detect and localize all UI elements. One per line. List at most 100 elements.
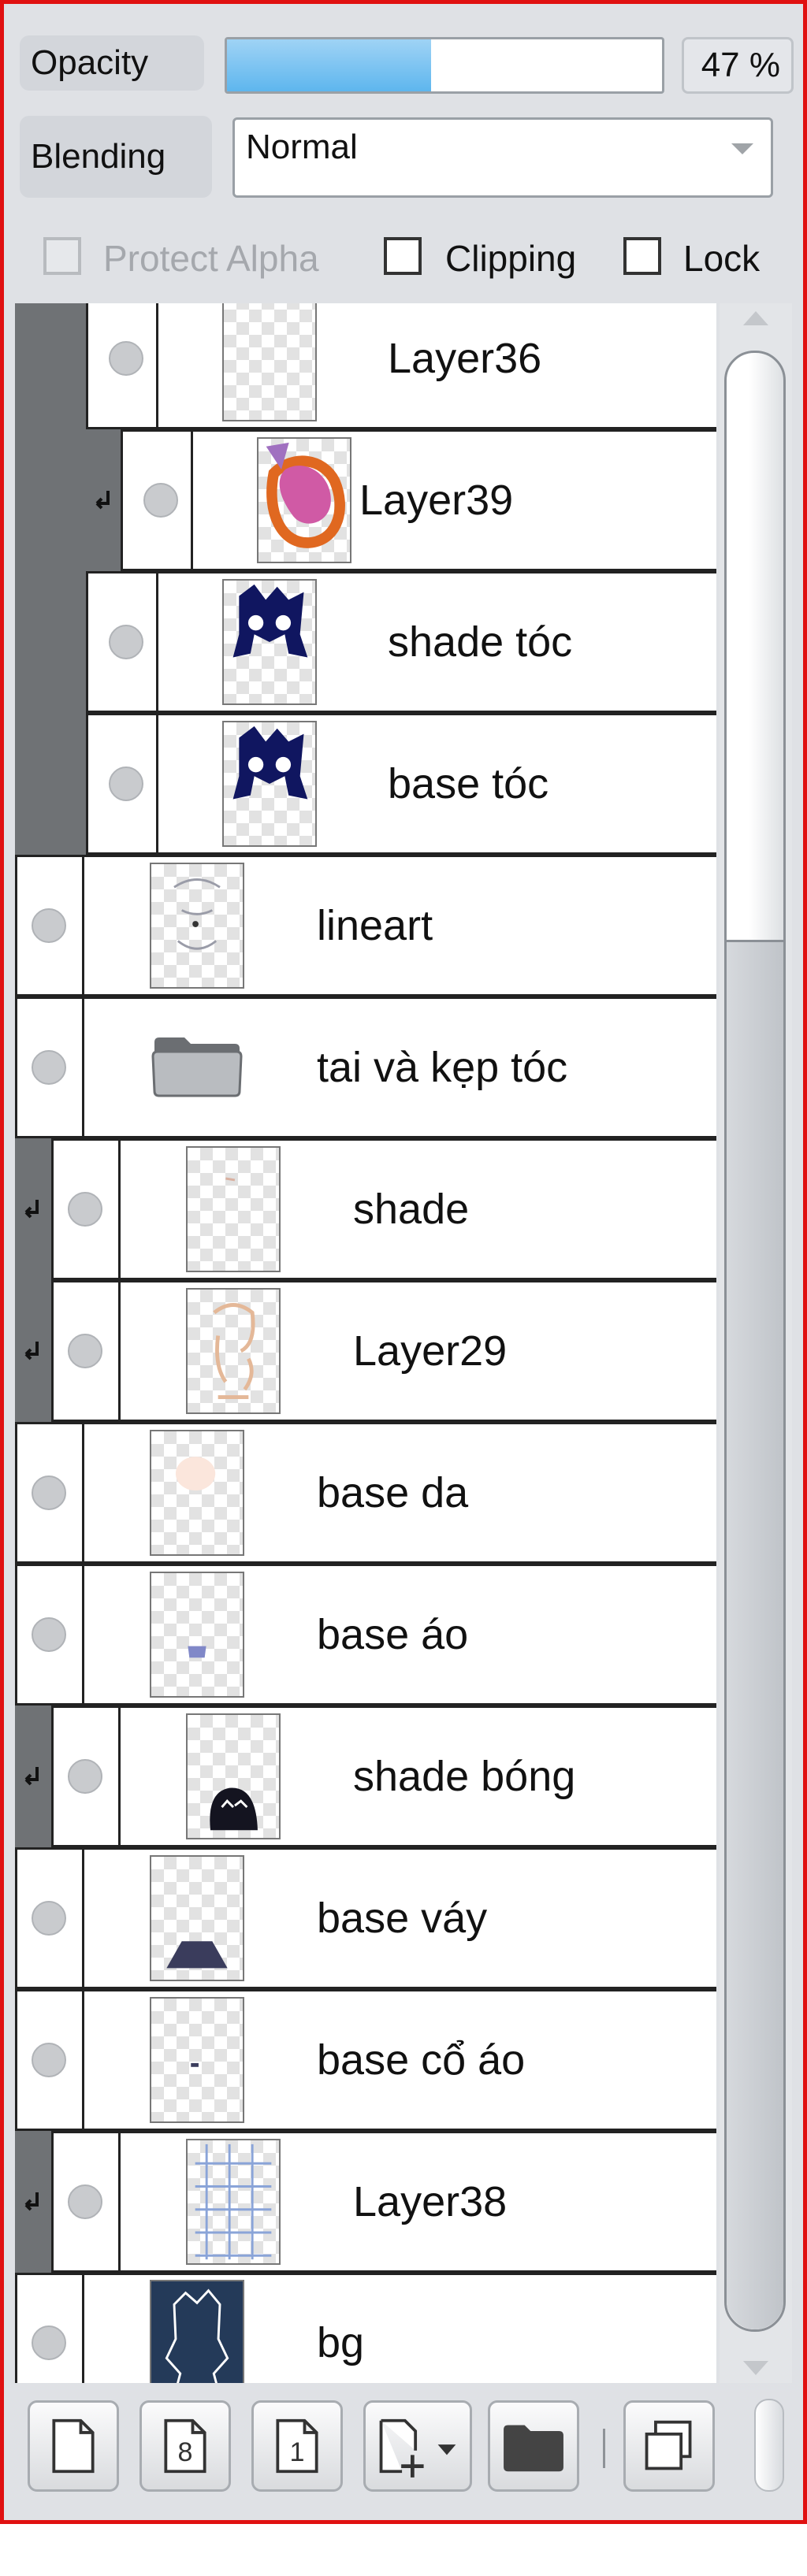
clipping-indicator-icon — [21, 1340, 43, 1368]
layer-thumbnail — [150, 863, 244, 989]
layer-row-base-vay[interactable]: base váy — [15, 1847, 716, 1989]
visibility-toggle-icon[interactable] — [68, 1192, 102, 1227]
visibility-toggle-icon[interactable] — [68, 2184, 102, 2219]
scrollbar-thumb[interactable] — [724, 351, 786, 2332]
visibility-toggle-icon[interactable] — [109, 341, 143, 376]
button-1-label: 1 — [290, 2437, 305, 2467]
layer-row-layer29[interactable]: Layer29 — [15, 1280, 716, 1422]
layer-name: Layer38 — [353, 2178, 508, 2225]
chevron-down-icon — [731, 143, 753, 154]
visibility-toggle-icon[interactable] — [32, 908, 66, 943]
lock-checkbox[interactable] — [623, 237, 661, 275]
layer-row-base-da[interactable]: base da — [15, 1422, 716, 1564]
clipping-indicator-icon — [21, 2191, 43, 2218]
clipping-indicator-icon — [21, 1198, 43, 1226]
layer-thumbnail — [186, 2139, 281, 2265]
scroll-down-arrow-icon[interactable] — [743, 2361, 768, 2375]
new-8bit-layer-icon: 8 — [164, 2418, 206, 2474]
layer-row-folder[interactable]: tai và kẹp tóc — [15, 997, 716, 1138]
layer-name: Layer39 — [359, 477, 514, 524]
layer-thumbnail — [186, 1288, 281, 1414]
new-folder-icon — [504, 2425, 563, 2472]
toolbar-scrollbar[interactable] — [754, 2399, 784, 2492]
layer-thumbnail — [150, 1572, 244, 1698]
layer-name: tai và kẹp tóc — [317, 1044, 568, 1091]
lock-label: Lock — [683, 238, 761, 279]
new-8bit-layer-button[interactable]: 8 — [139, 2400, 231, 2492]
layer-row-base-toc[interactable]: base tóc — [15, 713, 716, 855]
layer-name: base da — [317, 1469, 469, 1516]
new-1bit-layer-icon: 1 — [276, 2418, 318, 2474]
opacity-slider[interactable] — [225, 37, 664, 94]
layer-thumbnail — [222, 579, 317, 705]
new-1bit-layer-button[interactable]: 1 — [251, 2400, 343, 2492]
layer-thumbnail — [186, 1713, 281, 1839]
clipping-checkbox[interactable] — [384, 237, 422, 275]
layer-name: shade — [353, 1186, 470, 1233]
layer-thumbnail — [150, 1997, 244, 2123]
opacity-label: Opacity — [20, 35, 204, 91]
clipping-indicator-icon — [21, 1765, 43, 1793]
layer-row-shade[interactable]: shade — [15, 1138, 716, 1280]
opacity-slider-fill — [227, 39, 432, 91]
visibility-toggle-icon[interactable] — [32, 1050, 66, 1085]
new-layer-button[interactable] — [28, 2400, 119, 2492]
visibility-toggle-icon[interactable] — [143, 483, 178, 518]
scroll-up-arrow-icon[interactable] — [743, 311, 768, 325]
blending-select-value: Normal — [246, 128, 358, 166]
layer-name: Layer36 — [388, 335, 542, 382]
blending-select[interactable]: Normal — [232, 117, 773, 198]
visibility-toggle-icon[interactable] — [32, 1901, 66, 1936]
layer-name: base áo — [317, 1611, 469, 1658]
layer-list-scrollbar[interactable] — [720, 303, 792, 2383]
layer-name: bg — [317, 2318, 365, 2366]
toolbar-divider — [603, 2429, 605, 2468]
protect-alpha-checkbox[interactable] — [43, 237, 81, 275]
layer-row-bg[interactable]: bg — [15, 2273, 716, 2383]
opacity-value[interactable]: 47 % — [682, 37, 794, 94]
layer-name: base tóc — [388, 760, 549, 807]
visibility-toggle-icon[interactable] — [68, 1334, 102, 1368]
layer-row-layer36[interactable]: Layer36 — [15, 303, 716, 429]
visibility-toggle-icon[interactable] — [32, 1617, 66, 1652]
add-layer-dropdown-button[interactable] — [363, 2400, 472, 2492]
add-layer-dropdown-icon — [379, 2418, 456, 2478]
layer-row-shade-toc[interactable]: shade tóc — [15, 571, 716, 713]
folder-icon — [150, 1004, 244, 1130]
new-layer-icon — [52, 2418, 95, 2474]
layer-panel: Opacity 47 % Blending Normal Protect Alp… — [0, 0, 807, 2524]
layer-thumbnail — [150, 2279, 244, 2383]
layer-thumbnail — [257, 437, 351, 563]
layer-row-base-co-ao[interactable]: base cổ áo — [15, 1989, 716, 2131]
layer-row-base-ao[interactable]: base áo — [15, 1564, 716, 1706]
layer-row-layer39[interactable]: Layer39 — [15, 429, 716, 571]
layer-thumbnail — [222, 721, 317, 847]
layer-name: base cổ áo — [317, 2036, 526, 2084]
blending-label: Blending — [20, 116, 212, 198]
layer-name: shade tóc — [388, 618, 573, 666]
new-folder-button[interactable] — [488, 2400, 579, 2492]
visibility-toggle-icon[interactable] — [32, 2043, 66, 2077]
duplicate-layer-icon — [645, 2420, 692, 2470]
visibility-toggle-icon[interactable] — [68, 1759, 102, 1794]
layer-thumbnail — [150, 1855, 244, 1981]
layer-row-lineart[interactable]: lineart — [15, 855, 716, 997]
layer-thumbnail — [222, 303, 317, 421]
layer-row-shade-bong[interactable]: shade bóng — [15, 1706, 716, 1847]
layer-list: Layer36 Layer39 shade tóc base tóc linea… — [15, 303, 716, 2383]
layer-row-layer38[interactable]: Layer38 — [15, 2131, 716, 2273]
layer-thumbnail — [186, 1146, 281, 1272]
layer-name: lineart — [317, 902, 433, 949]
visibility-toggle-icon[interactable] — [109, 766, 143, 801]
layer-thumbnail — [150, 1430, 244, 1556]
visibility-toggle-icon[interactable] — [109, 625, 143, 659]
visibility-toggle-icon[interactable] — [32, 1475, 66, 1510]
layer-toolbar: 8 1 — [4, 2391, 803, 2509]
clipping-label: Clipping — [445, 238, 577, 279]
layer-name: Layer29 — [353, 1327, 508, 1375]
layer-name: shade bóng — [353, 1753, 576, 1800]
duplicate-layer-button[interactable] — [623, 2400, 715, 2492]
button-8-label: 8 — [178, 2437, 193, 2467]
visibility-toggle-icon[interactable] — [32, 2325, 66, 2360]
layer-name: base váy — [317, 1895, 488, 1942]
